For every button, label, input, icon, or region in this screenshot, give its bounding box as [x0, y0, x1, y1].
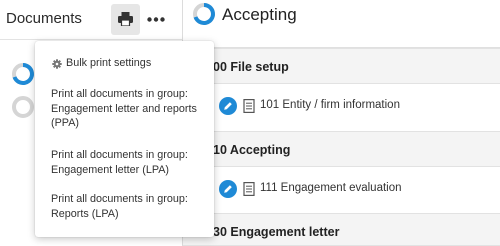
divider — [0, 39, 182, 40]
section-title: 30 Engagement letter — [213, 225, 340, 239]
document-label[interactable]: 101 Entity / firm information — [260, 99, 400, 111]
document-label[interactable]: 111 Engagement evaluation — [260, 182, 402, 194]
pencil-icon[interactable] — [219, 180, 237, 198]
more-options-button[interactable] — [145, 10, 167, 30]
menu-item-label: Print all documents in group: Reports (L… — [51, 193, 188, 220]
main-header: Accepting — [183, 0, 500, 48]
menu-item-label: Print all documents in group: Engagement… — [51, 149, 188, 176]
document-icon — [243, 182, 255, 196]
gear-icon — [52, 59, 62, 69]
document-icon — [243, 99, 255, 113]
document-row[interactable]: 111 Engagement evaluation — [183, 167, 500, 213]
menu-item-print-engagement-letter-lpa[interactable]: Print all documents in group: Engagement… — [35, 148, 214, 178]
printer-icon — [118, 12, 133, 26]
menu-item-label: Print all documents in group: Engagement… — [51, 88, 197, 129]
section-header[interactable]: 30 Engagement letter — [183, 213, 500, 246]
section-header[interactable]: 10 Accepting — [183, 131, 500, 167]
print-button[interactable] — [111, 4, 140, 35]
panel-title: Documents — [6, 10, 82, 27]
progress-ring-icon — [12, 96, 34, 118]
group-progress-item[interactable] — [11, 62, 35, 86]
section-header[interactable]: 00 File setup — [183, 48, 500, 84]
menu-item-print-reports-lpa[interactable]: Print all documents in group: Reports (L… — [35, 192, 214, 222]
progress-ring-icon — [12, 63, 34, 85]
menu-item-label: Bulk print settings — [66, 57, 152, 69]
page-title: Accepting — [222, 5, 297, 24]
more-horizontal-icon — [147, 17, 165, 22]
progress-ring-icon — [193, 3, 215, 25]
document-row[interactable]: 101 Entity / firm information — [183, 84, 500, 130]
print-menu: Bulk print settings Print all documents … — [35, 41, 214, 237]
section-title: 10 Accepting — [213, 143, 291, 157]
menu-item-bulk-print-settings[interactable]: Bulk print settings — [35, 56, 214, 74]
menu-item-print-group-ppa[interactable]: Print all documents in group: Engagement… — [35, 87, 214, 131]
pencil-icon[interactable] — [219, 97, 237, 115]
group-progress-item[interactable] — [11, 95, 35, 119]
